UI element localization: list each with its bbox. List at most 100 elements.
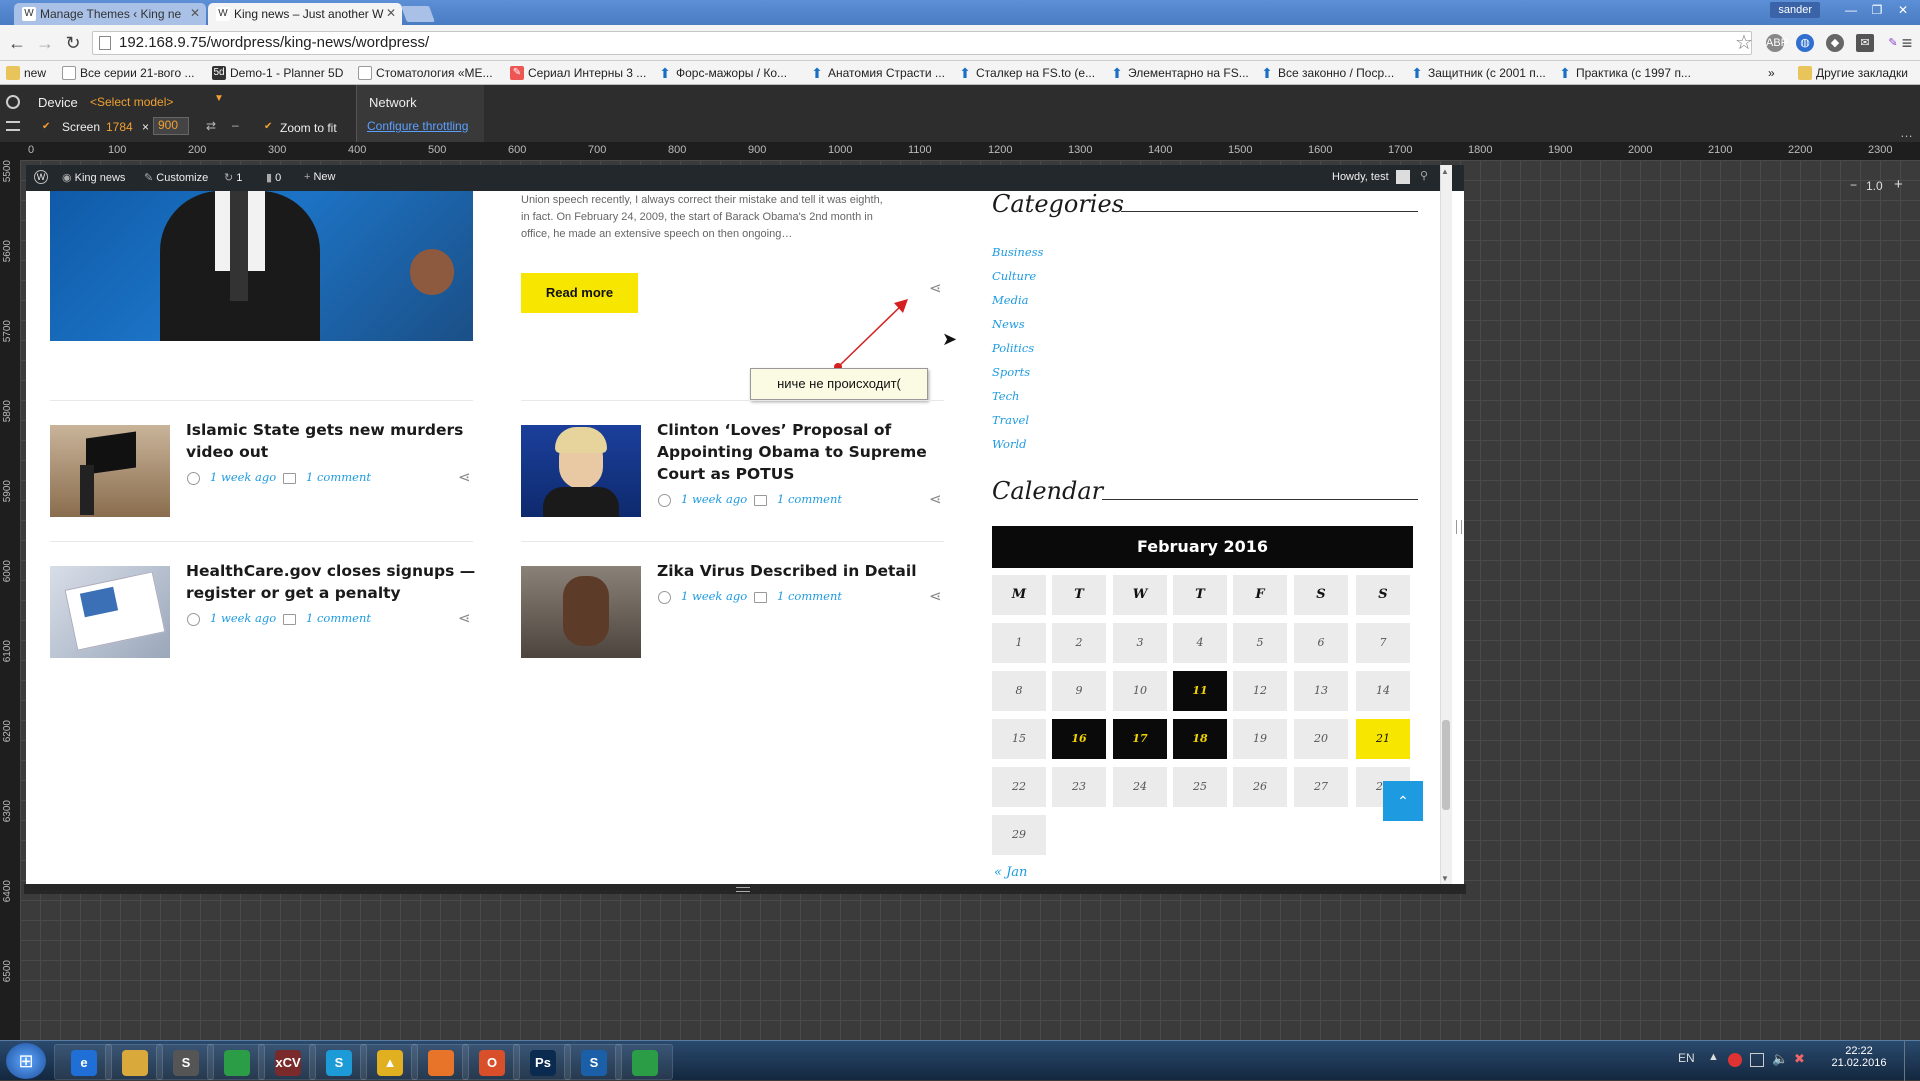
category-link[interactable]: Media <box>992 293 1028 307</box>
category-link[interactable]: Tech <box>992 389 1019 403</box>
reload-icon[interactable]: ↻ <box>62 33 84 53</box>
screen-checkbox[interactable]: ✔ <box>42 121 50 132</box>
screen-width-input[interactable]: 1784 <box>106 120 133 134</box>
wp-new-link[interactable]: + New <box>304 171 336 183</box>
other-bookmarks-folder[interactable]: Другие закладки <box>1798 64 1908 82</box>
category-link[interactable]: World <box>992 437 1027 451</box>
post-thumbnail[interactable] <box>521 566 641 658</box>
zoom-out-icon[interactable]: − <box>1850 178 1857 192</box>
share-icon[interactable]: ⋖ <box>929 281 945 297</box>
mail-icon[interactable]: ✉ <box>1856 34 1874 52</box>
clock[interactable]: 22:22 21.02.2016 <box>1826 1045 1892 1069</box>
category-link[interactable]: Sports <box>992 365 1030 379</box>
taskbar-app-button[interactable] <box>411 1044 469 1080</box>
bookmark-item[interactable]: ✎ Сериал Интерны 3 ... <box>510 64 646 82</box>
taskbar-app-button[interactable]: ▲ <box>360 1044 418 1080</box>
category-link[interactable]: Culture <box>992 269 1036 283</box>
bookmark-item[interactable]: ⬆ Практика (с 1997 п... <box>1558 64 1691 82</box>
post-comments-link[interactable]: 1 comment <box>306 611 371 625</box>
bookmark-item[interactable]: ⬆ Защитник (с 2001 п... <box>1410 64 1546 82</box>
minimize-icon[interactable]: — <box>1838 2 1864 18</box>
bookmark-item[interactable]: ⬆ Все законно / Поср... <box>1260 64 1394 82</box>
scroll-down-icon[interactable]: ▼ <box>1441 874 1449 883</box>
avatar[interactable] <box>1396 170 1410 184</box>
resize-handle-right[interactable] <box>1456 520 1462 534</box>
profile-user-badge[interactable]: sander <box>1770 2 1820 18</box>
configure-throttling-link[interactable]: Configure throttling <box>367 119 468 133</box>
screen-height-input[interactable]: 900 <box>153 117 189 135</box>
bookmark-item[interactable]: ⬆ Элементарно на FS... <box>1110 64 1249 82</box>
tray-monitor-icon[interactable] <box>1750 1053 1764 1067</box>
adblock-icon[interactable]: ABP <box>1766 34 1788 52</box>
drawer-icon[interactable] <box>6 121 20 131</box>
read-more-button[interactable]: Read more <box>521 273 638 313</box>
new-tab-button[interactable] <box>401 6 435 22</box>
back-to-top-button[interactable]: ⌃ <box>1383 781 1423 821</box>
tab-manage-themes[interactable]: W Manage Themes ‹ King ne ✕ <box>14 3 206 25</box>
bookmark-item[interactable]: ⬆ Форс-мажоры / Ко... <box>658 64 787 82</box>
bookmark-item[interactable]: Все серии 21-вого ... <box>62 64 194 82</box>
wordpress-logo-icon[interactable]: W <box>34 170 48 184</box>
category-link[interactable]: News <box>992 317 1025 331</box>
start-button[interactable]: ⊞ <box>6 1043 46 1079</box>
resize-handle-bottom[interactable] <box>736 887 750 892</box>
calendar-day[interactable]: 11 <box>1173 671 1227 711</box>
post-date-link[interactable]: 1 week ago <box>210 470 276 484</box>
device-model-select[interactable]: <Select model> <box>90 95 173 109</box>
tab-king-news[interactable]: W King news – Just another W ✕ <box>208 3 402 25</box>
post-thumbnail[interactable] <box>50 566 170 658</box>
back-arrow-icon[interactable]: ← <box>6 33 28 53</box>
bookmark-item[interactable]: ⬆ Сталкер на FS.to (е... <box>958 64 1095 82</box>
post-title-link[interactable]: HealthCare.gov closes signups — register… <box>186 560 476 604</box>
scrollbar-thumb[interactable] <box>1442 720 1450 810</box>
calendar-prev-link[interactable]: « Jan <box>994 865 1027 880</box>
disable-emulation-icon[interactable] <box>6 95 20 109</box>
more-options-icon[interactable]: … <box>1900 125 1913 140</box>
language-indicator[interactable]: EN <box>1678 1051 1695 1065</box>
bookmarks-overflow-button[interactable]: » <box>1768 64 1775 82</box>
taskbar-app-button[interactable]: S <box>564 1044 622 1080</box>
bookmark-item[interactable]: new <box>6 64 46 82</box>
dropdown-arrow-icon[interactable]: ▼ <box>214 93 224 104</box>
bookmark-item[interactable]: ⬆ Анатомия Страсти ... <box>810 64 945 82</box>
post-title-link[interactable]: Islamic State gets new murders video out <box>186 419 476 463</box>
search-icon[interactable]: ⚲ <box>1420 169 1428 182</box>
bookmark-star-icon[interactable]: ☆ <box>1733 33 1755 53</box>
url-input[interactable]: 192.168.9.75/wordpress/king-news/wordpre… <box>92 31 1752 55</box>
category-link[interactable]: Business <box>992 245 1043 259</box>
bookmark-item[interactable]: 5d Demo-1 - Planner 5D <box>212 64 343 82</box>
network-status-icon[interactable]: ✖ <box>1794 1051 1805 1067</box>
post-title-link[interactable]: Clinton ‘Loves’ Proposal of Appointing O… <box>657 419 947 485</box>
forward-arrow-icon[interactable]: → <box>34 33 56 53</box>
post-date-link[interactable]: 1 week ago <box>681 492 747 506</box>
post-date-link[interactable]: 1 week ago <box>681 589 747 603</box>
wp-updates-link[interactable]: ↻ 1 <box>224 171 242 184</box>
taskbar-app-button[interactable]: Ps <box>513 1044 571 1080</box>
scroll-up-icon[interactable]: ▲ <box>1441 167 1449 176</box>
extension-globe-icon[interactable]: ◍ <box>1796 34 1814 52</box>
calendar-day[interactable]: 17 <box>1113 719 1167 759</box>
category-link[interactable]: Travel <box>992 413 1029 427</box>
share-icon[interactable]: ⋖ <box>458 611 474 627</box>
window-close-icon[interactable]: ✕ <box>1890 2 1916 18</box>
post-comments-link[interactable]: 1 comment <box>777 492 842 506</box>
calendar-day[interactable]: 18 <box>1173 719 1227 759</box>
taskbar-app-button[interactable] <box>105 1044 163 1080</box>
share-icon[interactable]: ⋖ <box>929 492 945 508</box>
extension-shield-icon[interactable]: ◆ <box>1826 34 1844 52</box>
post-date-link[interactable]: 1 week ago <box>210 611 276 625</box>
taskbar-app-button[interactable]: S <box>309 1044 367 1080</box>
close-icon[interactable]: ✕ <box>386 6 396 20</box>
taskbar-app-button[interactable]: S <box>156 1044 214 1080</box>
calendar-day[interactable]: 16 <box>1052 719 1106 759</box>
post-comments-link[interactable]: 1 comment <box>306 470 371 484</box>
post-thumbnail[interactable] <box>521 425 641 517</box>
wp-comments-link[interactable]: ▮ 0 <box>266 171 281 184</box>
close-icon[interactable]: ✕ <box>190 6 200 20</box>
taskbar-app-button[interactable]: xCV <box>258 1044 316 1080</box>
tray-app-icon[interactable] <box>1728 1053 1742 1067</box>
swap-dimensions-icon[interactable]: ⇄ <box>206 119 216 133</box>
featured-post-image[interactable] <box>50 191 473 341</box>
taskbar-app-button[interactable]: e <box>54 1044 112 1080</box>
zoom-to-fit-checkbox[interactable]: ✔ <box>264 121 272 132</box>
